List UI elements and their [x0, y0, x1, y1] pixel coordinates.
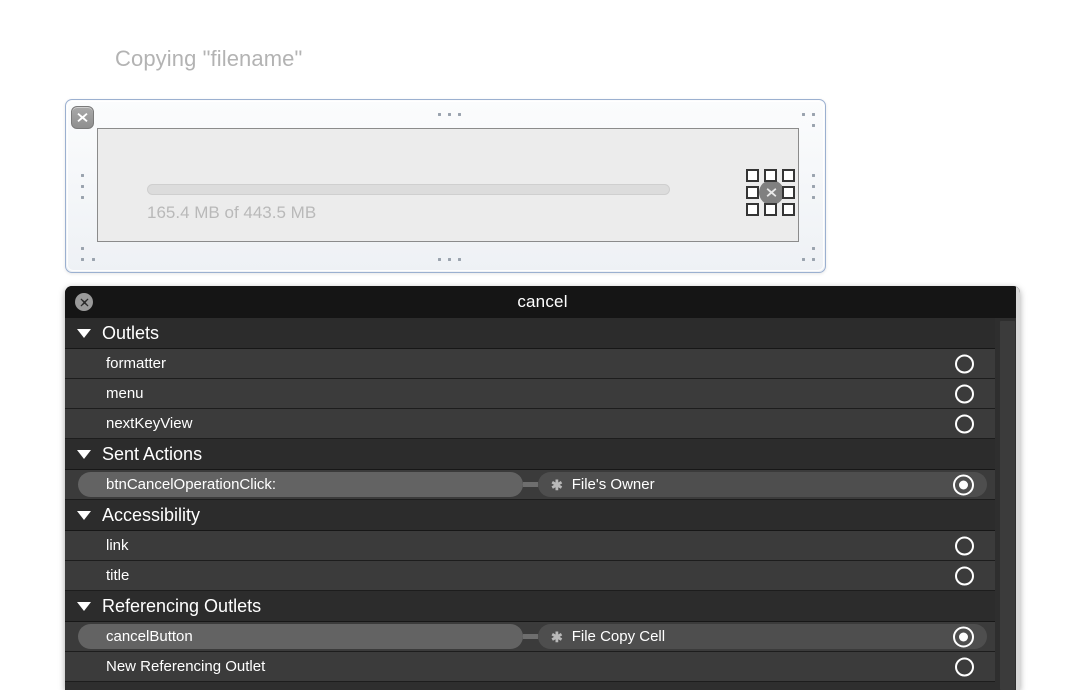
resize-handle-bottom-center[interactable] [764, 203, 777, 216]
layout-guide-dot [81, 247, 84, 250]
connection-well-empty[interactable] [955, 384, 974, 403]
resize-handle-bottom-right[interactable] [782, 203, 795, 216]
resize-handle-top-left[interactable] [746, 169, 759, 182]
close-x-icon [77, 113, 88, 122]
connection-well-filled[interactable] [953, 626, 974, 647]
connection-source-label: cancelButton [106, 628, 193, 645]
layout-guide-dot [81, 185, 84, 188]
layout-guide-dot [81, 174, 84, 177]
layout-guide-dot [812, 196, 815, 199]
connection-row[interactable]: link [65, 531, 995, 561]
connection-row-label: nextKeyView [106, 415, 193, 432]
layout-guide-dot [448, 113, 451, 116]
connection-row[interactable]: title [65, 561, 995, 591]
connection-well-empty[interactable] [955, 566, 974, 585]
connection-target-label: File Copy Cell [571, 628, 666, 645]
section-header-label: Sent Actions [102, 443, 203, 464]
connection-row-label: link [106, 537, 129, 554]
connection-row[interactable]: formatter [65, 349, 995, 379]
layout-guide-dot [812, 174, 815, 177]
connection-row-label: menu [106, 385, 144, 402]
layout-guide-dot [802, 258, 805, 261]
section-header-sent-actions[interactable]: Sent Actions [65, 439, 995, 470]
connector-bar [523, 634, 538, 639]
screen-root: Copying "filename" 165.4 MB of 443.5 MB [0, 0, 1090, 690]
layout-guide-dot [812, 247, 815, 250]
copy-status-title: Copying "filename" [115, 46, 303, 71]
connection-target-label: File's Owner [571, 476, 655, 493]
connection-row[interactable]: New Referencing Outlet [65, 652, 995, 682]
connection-row-label: New Referencing Outlet [106, 658, 266, 675]
layout-guide-dot [438, 113, 441, 116]
triangle-down-icon[interactable] [77, 601, 91, 611]
cancel-button-selection [746, 169, 796, 217]
section-header-outlets[interactable]: Outlets [65, 318, 995, 349]
layout-guide-dot [812, 258, 815, 261]
canvas-close-button[interactable] [71, 106, 94, 129]
layout-guide-dot [438, 258, 441, 261]
connection-well-filled[interactable] [953, 474, 974, 495]
connection-source-label: btnCancelOperationClick: [106, 476, 277, 493]
triangle-down-icon[interactable] [77, 328, 91, 338]
connection-well-empty[interactable] [955, 657, 974, 676]
layout-guide-dot [812, 185, 815, 188]
resize-handle-middle-right[interactable] [782, 186, 795, 199]
connection-target-pill[interactable]: ✱ File's Owner [538, 472, 987, 497]
hud-title: cancel [517, 292, 568, 311]
connections-hud-panel: cancel Outlets formatter menu nextKeyView Se… [65, 286, 1020, 690]
layout-guide-dot [458, 113, 461, 116]
asterisk-icon: ✱ [551, 476, 563, 493]
layout-guide-dot [802, 113, 805, 116]
hud-titlebar: cancel [65, 286, 1020, 318]
resize-handle-middle-left[interactable] [746, 186, 759, 199]
connection-link-connector [523, 472, 538, 497]
connection-row-label: formatter [106, 355, 167, 372]
layout-guide-dot [92, 258, 95, 261]
connection-well-empty[interactable] [955, 354, 974, 373]
connection-pill-group: cancelButton ✱ File Copy Cell [78, 624, 987, 649]
layout-guide-dot [81, 196, 84, 199]
cancel-operation-button[interactable] [759, 180, 784, 205]
layout-guide-dot [812, 124, 815, 127]
triangle-down-icon[interactable] [77, 449, 91, 459]
connection-row[interactable]: cancelButton ✱ File Copy Cell [65, 622, 995, 652]
layout-guide-dot [812, 113, 815, 116]
section-header-label: Referencing Outlets [102, 595, 262, 616]
connection-source-pill[interactable]: cancelButton [78, 624, 523, 649]
connections-list: Outlets formatter menu nextKeyView Sent Acti… [65, 318, 995, 690]
copy-bytes-label: 165.4 MB of 443.5 MB [147, 203, 317, 222]
connection-source-pill[interactable]: btnCancelOperationClick: [78, 472, 523, 497]
resize-handle-top-center[interactable] [764, 169, 777, 182]
connection-well-empty[interactable] [955, 536, 974, 555]
section-header-referencing-outlets[interactable]: Referencing Outlets [65, 591, 995, 622]
close-x-icon [80, 298, 88, 306]
copy-progress-bar [147, 184, 670, 195]
connection-row[interactable]: nextKeyView [65, 409, 995, 439]
layout-guide-dot [81, 258, 84, 261]
section-header-label: Accessibility [102, 504, 201, 525]
section-header-label: Outlets [102, 322, 160, 343]
connection-row[interactable]: btnCancelOperationClick: ✱ File's Owner [65, 470, 995, 500]
asterisk-icon: ✱ [551, 628, 563, 645]
connection-well-empty[interactable] [955, 414, 974, 433]
hud-body: Outlets formatter menu nextKeyView Sent Acti… [65, 318, 1020, 690]
section-header-accessibility[interactable]: Accessibility [65, 500, 995, 531]
connection-link-connector [523, 624, 538, 649]
connection-row-label: title [106, 567, 130, 584]
layout-guide-dot [448, 258, 451, 261]
resize-handle-bottom-left[interactable] [746, 203, 759, 216]
triangle-down-icon[interactable] [77, 510, 91, 520]
hud-close-button[interactable] [75, 293, 93, 311]
cancel-x-icon [766, 188, 777, 197]
connection-row[interactable]: menu [65, 379, 995, 409]
layout-guide-dot [458, 258, 461, 261]
connection-pill-group: btnCancelOperationClick: ✱ File's Owner [78, 472, 987, 497]
vertical-scrollbar[interactable] [1000, 321, 1015, 690]
panel-right-edge [1016, 286, 1020, 690]
connection-target-pill[interactable]: ✱ File Copy Cell [538, 624, 987, 649]
resize-handle-top-right[interactable] [782, 169, 795, 182]
connector-bar [523, 482, 538, 487]
